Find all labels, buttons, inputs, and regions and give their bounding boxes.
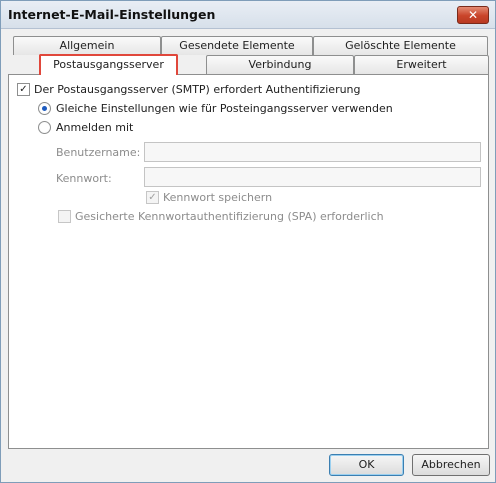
remember-password-label: Kennwort speichern [163, 191, 273, 204]
same-settings-radio[interactable] [38, 102, 51, 115]
tab-verbindung[interactable]: Verbindung [206, 55, 354, 74]
tab-postausgangsserver[interactable]: Postausgangsserver [39, 54, 178, 75]
cancel-button[interactable]: Abbrechen [412, 454, 490, 476]
close-icon: ✕ [467, 8, 479, 22]
tab-geloeschte-elemente[interactable]: Gelöschte Elemente [313, 36, 488, 55]
tab-allgemein[interactable]: Allgemein [13, 36, 161, 55]
remember-password-checkbox[interactable]: ✓ [146, 191, 159, 204]
password-label: Kennwort: [56, 172, 112, 185]
spa-checkbox[interactable] [58, 210, 71, 223]
title-bar: Internet-E-Mail-Einstellungen ✕ [1, 1, 495, 29]
password-field[interactable] [144, 167, 481, 187]
login-with-label: Anmelden mit [56, 121, 134, 134]
smtp-auth-row: ✓ Der Postausgangsserver (SMTP) erforder… [17, 83, 361, 96]
login-with-radio[interactable] [38, 121, 51, 134]
window-title: Internet-E-Mail-Einstellungen [8, 7, 216, 22]
remember-password-row: ✓ Kennwort speichern [146, 191, 272, 204]
tab-erweitert[interactable]: Erweitert [354, 55, 489, 74]
smtp-auth-label: Der Postausgangsserver (SMTP) erfordert … [34, 83, 361, 96]
username-field[interactable] [144, 142, 481, 162]
tab-panel-postausgangsserver: ✓ Der Postausgangsserver (SMTP) erforder… [8, 74, 489, 449]
tab-gesendete-elemente[interactable]: Gesendete Elemente [161, 36, 313, 55]
smtp-auth-checkbox[interactable]: ✓ [17, 83, 30, 96]
login-with-row: Anmelden mit [38, 121, 133, 134]
close-button[interactable]: ✕ [457, 6, 489, 24]
ok-button[interactable]: OK [329, 454, 404, 476]
same-settings-row: Gleiche Einstellungen wie für Posteingan… [38, 102, 393, 115]
spa-row: Gesicherte Kennwortauthentifizierung (SP… [58, 210, 384, 223]
settings-dialog: Internet-E-Mail-Einstellungen ✕ Allgemei… [0, 0, 496, 483]
same-settings-label: Gleiche Einstellungen wie für Posteingan… [56, 102, 393, 115]
username-label: Benutzername: [56, 146, 141, 159]
spa-label: Gesicherte Kennwortauthentifizierung (SP… [75, 210, 384, 223]
